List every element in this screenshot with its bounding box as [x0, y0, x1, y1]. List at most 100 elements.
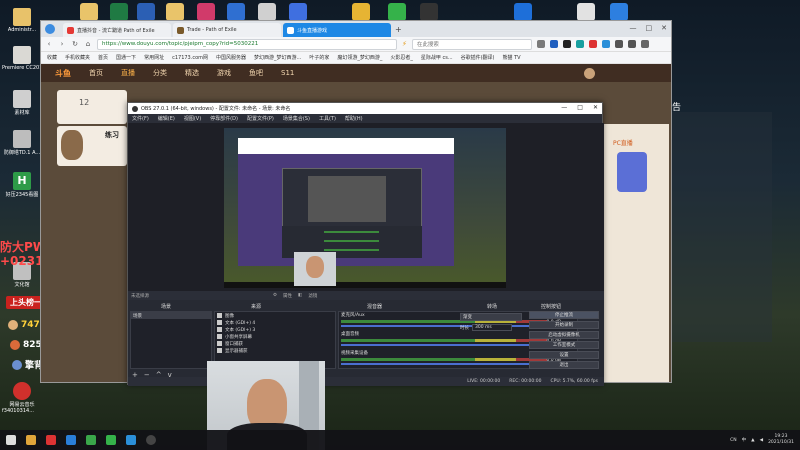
source-item[interactable]: 文本 (GDI+) 3	[215, 326, 335, 333]
folder-icon[interactable]	[26, 435, 36, 445]
exit-button[interactable]: 退出	[529, 361, 599, 369]
files-icon[interactable]	[46, 435, 56, 445]
close-button[interactable]: ✕	[661, 24, 667, 32]
bookmark-item[interactable]: 常用网址	[144, 54, 164, 61]
forward-button[interactable]: ›	[58, 40, 66, 48]
gear-icon[interactable]: ⚙	[273, 293, 277, 298]
minimize-button[interactable]: —	[561, 104, 567, 111]
wechat-icon[interactable]	[388, 3, 406, 21]
nav-item[interactable]: 分类	[153, 68, 167, 78]
panda-icon[interactable]	[258, 3, 276, 21]
douyu-logo[interactable]: 斗鱼	[55, 68, 71, 79]
mask-icon[interactable]	[352, 3, 370, 21]
tray-lang[interactable]: CN	[730, 438, 737, 443]
creative-cloud-icon[interactable]	[197, 3, 215, 21]
wechat-icon[interactable]	[106, 435, 116, 445]
folder-icon[interactable]	[80, 3, 98, 21]
extension-icon[interactable]	[601, 40, 610, 48]
bookmark-item[interactable]: c17173.com网	[172, 54, 208, 61]
menu-icon[interactable]	[640, 40, 649, 48]
nav-item[interactable]: 首页	[89, 68, 103, 78]
bookmark-item[interactable]: 收藏	[47, 54, 57, 61]
home-button[interactable]: ⌂	[84, 40, 92, 48]
desktop-icon[interactable]: Administr...	[2, 8, 42, 33]
shield-icon[interactable]	[227, 3, 245, 21]
menu-item[interactable]: 帮助(H)	[345, 115, 363, 122]
bookmark-item[interactable]: 手机收藏夹	[65, 54, 90, 61]
virtual-camera-button[interactable]: 启动虚拟摄像机	[529, 331, 599, 339]
nav-item[interactable]: 鱼吧	[249, 68, 263, 78]
desktop-icon[interactable]: 防御塔TD.1 A...	[2, 130, 42, 156]
source-item[interactable]: 窗口捕获	[215, 340, 335, 347]
desktop-icon[interactable]: 网易云音乐	[2, 382, 42, 408]
filters-button[interactable]: 滤镜	[308, 293, 317, 299]
nav-item[interactable]: S11	[281, 69, 294, 77]
browser-360-icon[interactable]	[86, 435, 96, 445]
bookmark-item[interactable]: 梦幻西游_梦幻西游...	[254, 54, 301, 61]
maximize-button[interactable]: □	[646, 24, 653, 32]
nav-item[interactable]: 精选	[185, 68, 199, 78]
bookmark-item[interactable]: 叶子的家	[309, 54, 329, 61]
new-tab-button[interactable]: +	[395, 25, 402, 34]
menu-item[interactable]: 视图(V)	[184, 115, 201, 122]
scene-item[interactable]: 场景	[131, 312, 211, 319]
bookmark-item[interactable]: 中国风服务器	[216, 54, 246, 61]
source-item[interactable]: 小窗共享屏幕	[215, 333, 335, 340]
menu-item[interactable]: 文件(F)	[132, 115, 149, 122]
menu-item[interactable]: 停靠部件(D)	[210, 115, 238, 122]
extension-icon[interactable]	[575, 40, 584, 48]
qq-icon[interactable]	[126, 435, 136, 445]
source-item[interactable]: 显示器捕获	[215, 347, 335, 354]
windows-start-icon[interactable]	[6, 435, 16, 445]
bookmark-item[interactable]: 火影忍者_	[390, 54, 413, 61]
refresh-button[interactable]: ↻	[71, 40, 79, 48]
menu-item[interactable]: 工具(T)	[319, 115, 336, 122]
network-icon[interactable]: ▲	[751, 438, 754, 443]
menu-item[interactable]: 配置文件(P)	[247, 115, 274, 122]
bookmark-item[interactable]: 星际战甲 cs...	[421, 54, 453, 61]
extension-icon[interactable]	[549, 40, 558, 48]
obs-preview[interactable]	[128, 123, 604, 291]
edge-icon[interactable]	[66, 435, 76, 445]
mountain-icon[interactable]	[514, 3, 532, 21]
baidu-icon[interactable]	[289, 3, 307, 21]
bookmark-item[interactable]: 谷歌插件(翻译)	[461, 54, 495, 61]
desktop-icon[interactable]: 素材库	[2, 90, 42, 116]
settings-button[interactable]: 设置	[529, 351, 599, 359]
bookmark-item[interactable]: 国通一下	[116, 54, 136, 61]
extension-icon[interactable]	[562, 40, 571, 48]
bookmark-item[interactable]: 首页	[98, 54, 108, 61]
tray-ime[interactable]: 中	[742, 437, 747, 443]
word-icon[interactable]	[137, 3, 155, 21]
search-input[interactable]: 在此搜索	[411, 38, 532, 50]
browser-tab[interactable]: Trade - Path of Exile	[173, 23, 281, 37]
bookmark-item[interactable]: 熊猫 TV	[502, 54, 520, 61]
close-button[interactable]: ✕	[593, 104, 598, 111]
nav-item[interactable]: 游戏	[217, 68, 231, 78]
bird-icon[interactable]	[610, 3, 628, 21]
nav-item-active[interactable]: 直播	[121, 68, 135, 78]
qq-icon[interactable]	[420, 3, 438, 21]
start-recording-button[interactable]: 开始录制	[529, 321, 599, 329]
lightning-icon[interactable]: ⚡	[402, 40, 407, 48]
source-item[interactable]: 图像	[215, 312, 335, 319]
desktop-icon[interactable]: H 好压2345看图	[2, 172, 42, 198]
clock[interactable]: 19:23 2021/10/31	[768, 434, 794, 446]
volume-icon[interactable]: ◀	[760, 438, 763, 443]
browser-tab[interactable]: 直播抖音 - 流亡黯道 Path of Exile	[63, 23, 171, 37]
avatar[interactable]	[584, 68, 595, 79]
maximize-button[interactable]: □	[577, 104, 583, 111]
back-button[interactable]: ‹	[45, 40, 53, 48]
menu-item[interactable]: 场景集合(S)	[283, 115, 310, 122]
bookmark-item[interactable]: 魔幻领游_梦幻西游_	[337, 54, 382, 61]
pinwheel-icon[interactable]	[577, 3, 595, 21]
menu-item[interactable]: 编辑(E)	[158, 115, 175, 122]
filter-icon[interactable]: ◧	[298, 293, 302, 298]
excel-icon[interactable]	[110, 3, 128, 21]
stop-streaming-button[interactable]: 停止推流	[529, 311, 599, 319]
url-input[interactable]: https://www.douyu.com/topic/pjeipm_copy?…	[97, 38, 397, 50]
extension-icon[interactable]	[588, 40, 597, 48]
properties-button[interactable]: 属性	[283, 293, 292, 299]
duration-input[interactable]: 300 ms	[472, 324, 512, 331]
extension-icon[interactable]	[536, 40, 545, 48]
